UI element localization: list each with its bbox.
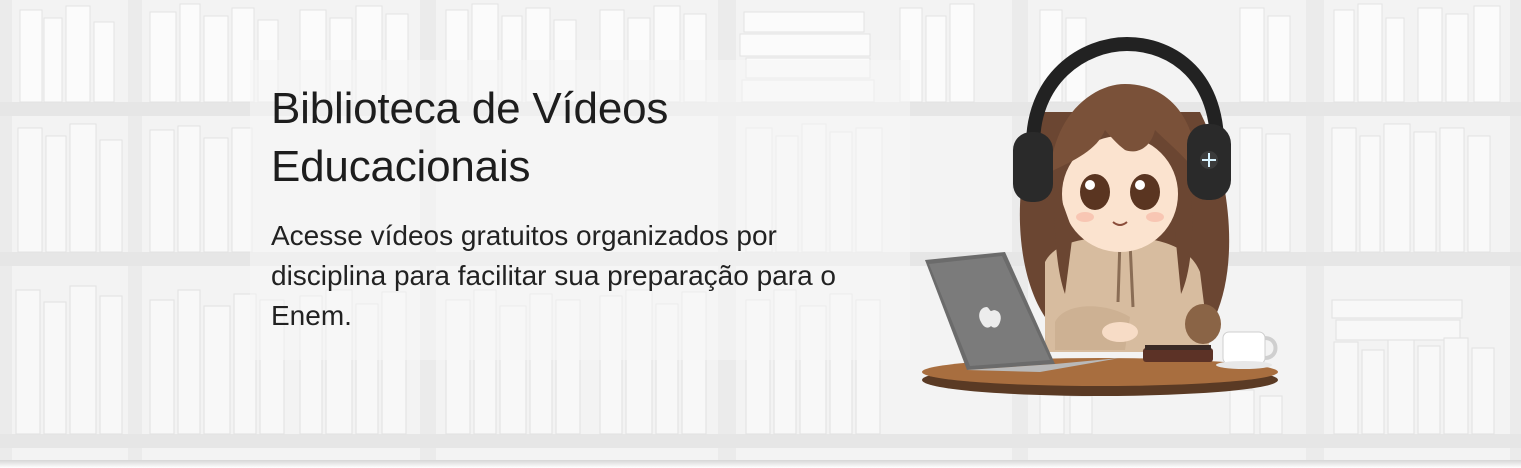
girl-with-headphones-and-laptop-illustration	[922, 36, 1278, 396]
page-title: Biblioteca de Vídeos Educacionais	[271, 80, 911, 196]
hero-banner: Biblioteca de Vídeos Educacionais Acesse…	[0, 0, 1521, 460]
headphone-left-cup	[1013, 132, 1053, 202]
mug-icon	[1222, 331, 1266, 365]
page-subtitle: Acesse vídeos gratuitos organizados por …	[271, 220, 836, 331]
page-title-line-1: Biblioteca de Vídeos	[271, 84, 669, 133]
book-icon	[1143, 348, 1213, 362]
hero-text: Biblioteca de Vídeos Educacionais Acesse…	[271, 80, 911, 336]
banner-bottom-shadow	[0, 460, 1521, 468]
page-title-line-2: Educacionais	[271, 142, 531, 191]
